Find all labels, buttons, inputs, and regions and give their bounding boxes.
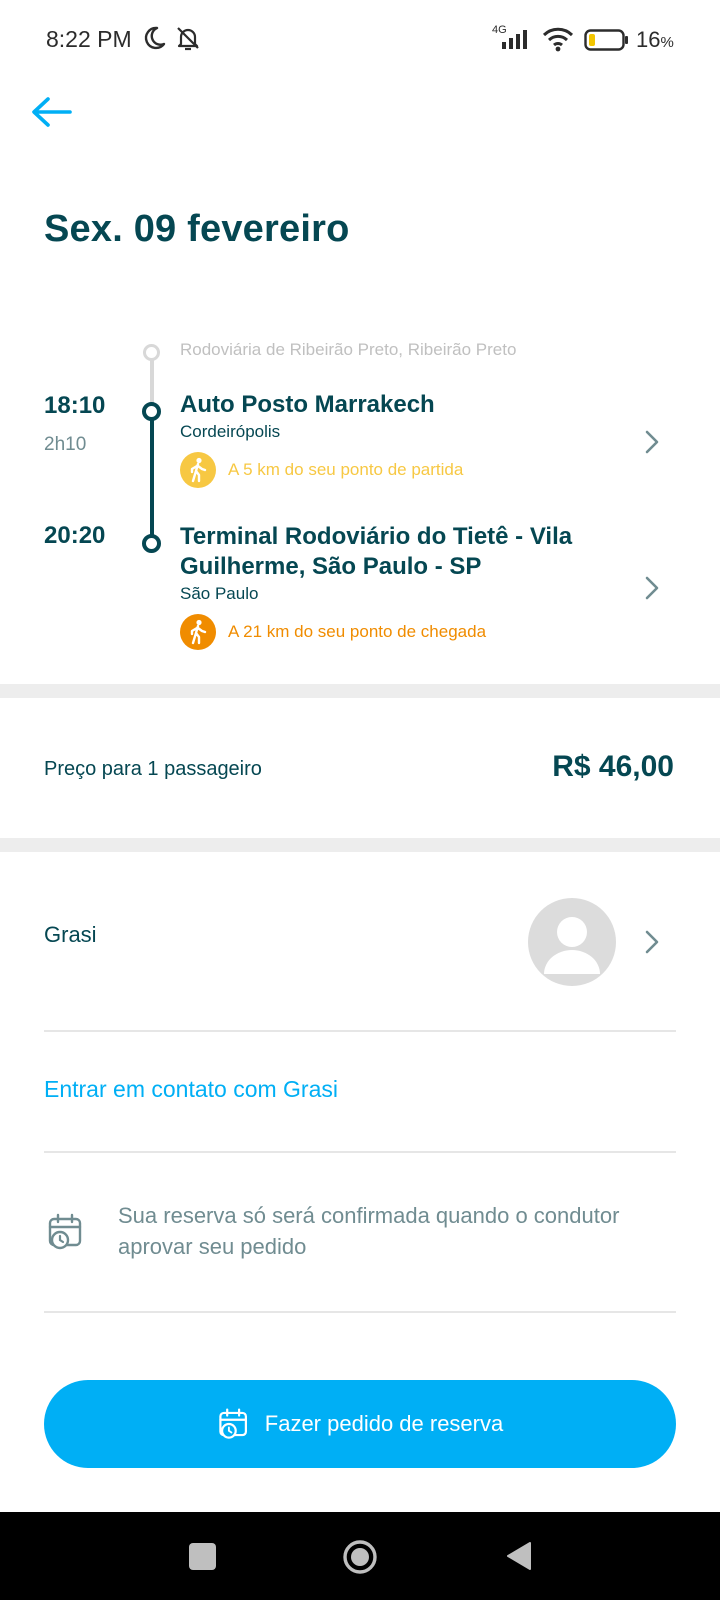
system-navigation-bar [0, 1512, 720, 1600]
trip-duration: 2h10 [44, 434, 87, 455]
request-booking-button[interactable]: Fazer pedido de reserva [44, 1380, 676, 1468]
moon-icon [144, 26, 166, 50]
price-label: Preço para 1 passageiro [44, 758, 262, 780]
divider [44, 1030, 676, 1032]
battery-percent: 16% [636, 27, 674, 52]
arrival-walk-text: A 21 km do seu ponto de chegada [228, 622, 487, 641]
departure-walk-distance: A 5 km do seu ponto de partida [180, 452, 650, 488]
home-button[interactable] [342, 1539, 378, 1575]
timeline-segment [150, 414, 154, 538]
page-title: Sex. 09 fevereiro [44, 208, 350, 250]
arrow-left-icon [32, 97, 72, 127]
back-button[interactable] [26, 88, 78, 136]
wifi-icon [542, 27, 574, 52]
chevron-right-icon [640, 925, 664, 959]
arrival-walk-distance: A 21 km do seu ponto de chegada [180, 614, 620, 650]
arrival-dot [142, 534, 161, 553]
walking-person-icon [180, 614, 216, 650]
calendar-clock-icon [219, 1408, 247, 1439]
origin-label: Rodoviária de Ribeirão Preto, Ribeirão P… [180, 340, 517, 359]
system-back-button[interactable] [504, 1540, 534, 1572]
origin-dot [143, 344, 160, 361]
departure-stop-city: Cordeirópolis [180, 422, 281, 441]
arrival-time: 20:20 [44, 522, 106, 549]
driver-name: Grasi [44, 922, 97, 947]
departure-stop-name: Auto Posto Marrakech [180, 391, 435, 418]
battery-icon [584, 29, 628, 51]
divider [44, 1151, 676, 1153]
signal-icon [502, 30, 527, 49]
contact-driver-link[interactable]: Entrar em contato com Grasi [44, 1076, 338, 1103]
request-booking-label: Fazer pedido de reserva [264, 1411, 504, 1436]
chevron-right-icon[interactable] [640, 571, 664, 605]
section-divider [0, 684, 720, 698]
section-divider [0, 838, 720, 852]
recent-apps-button[interactable] [189, 1543, 216, 1570]
departure-time: 18:10 [44, 392, 106, 419]
bell-off-icon [177, 27, 199, 51]
user-avatar-icon [528, 898, 616, 986]
chevron-right-icon[interactable] [640, 425, 664, 459]
divider [44, 1311, 676, 1313]
status-bar: 8:22 PM 4G 16% [0, 0, 720, 80]
arrival-stop-name-line1: Terminal Rodoviário do Tietê - Vila [180, 523, 573, 550]
calendar-clock-icon [48, 1213, 82, 1250]
departure-walk-text: A 5 km do seu ponto de partida [228, 460, 464, 479]
driver-profile-row[interactable]: Grasi [0, 872, 720, 1012]
arrival-stop[interactable]: Terminal Rodoviário do Tietê - Vila Guil… [180, 522, 620, 650]
booking-approval-note: Sua reserva só será confirmada quando o … [118, 1203, 620, 1259]
arrival-stop-city: São Paulo [180, 584, 259, 603]
departure-stop[interactable]: Auto Posto Marrakech Cordeirópolis A 5 k… [180, 390, 650, 488]
price-value: R$ 46,00 [552, 750, 674, 783]
departure-dot [142, 402, 161, 421]
walking-person-icon [180, 452, 216, 488]
arrival-stop-name-line2: Guilherme, São Paulo - SP [180, 553, 482, 580]
status-time: 8:22 PM [46, 26, 132, 52]
